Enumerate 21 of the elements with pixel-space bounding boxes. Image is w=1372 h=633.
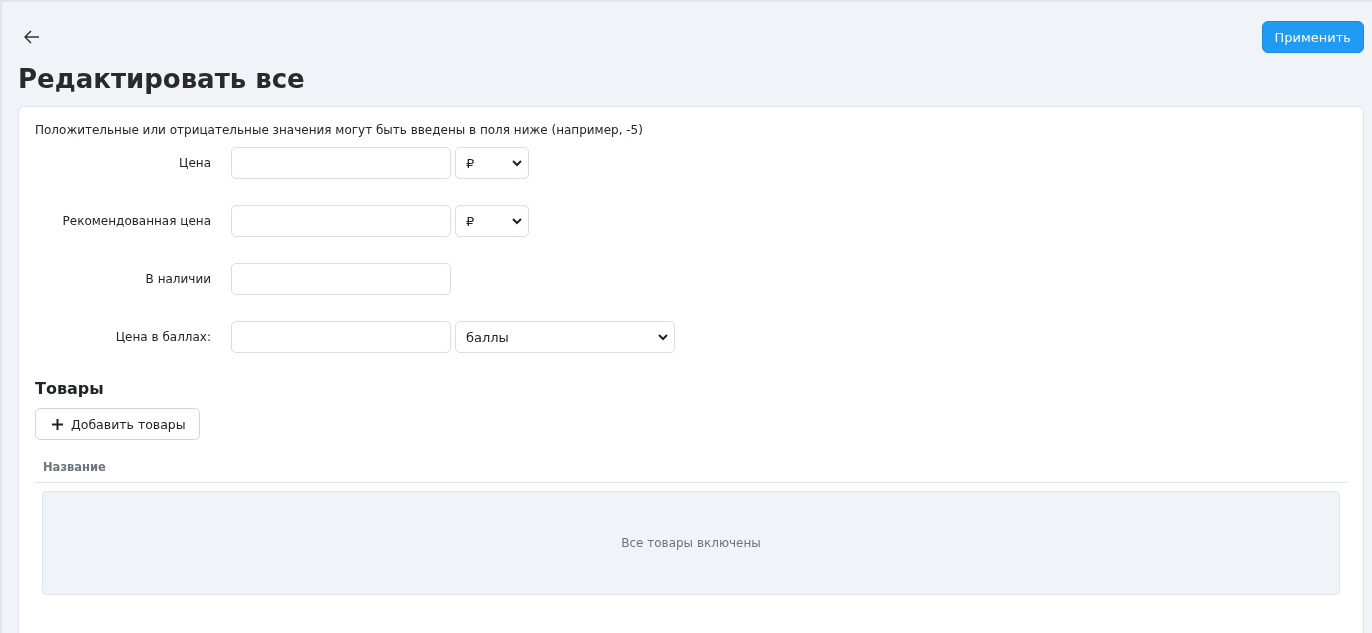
chevron-down-icon (658, 333, 668, 341)
chevron-down-icon (512, 159, 522, 167)
hint-text: Положительные или отрицательные значения могут быть введены в поля ниже (например, -5) (35, 123, 644, 137)
field-label: Цена (178, 156, 211, 170)
unit-select[interactable]: баллы (455, 321, 675, 353)
page-title: Редактировать все (18, 64, 306, 94)
empty-state-text: Все товары включены (621, 536, 761, 550)
unit-select[interactable]: ₽ (455, 147, 529, 179)
field-label: Цена в баллах: (114, 330, 211, 344)
field-label: В наличии (144, 272, 211, 286)
chevron-down-icon (512, 217, 522, 225)
plus-icon (52, 418, 63, 430)
unit-select[interactable]: ₽ (455, 205, 529, 237)
input-field[interactable] (231, 205, 451, 237)
input-field[interactable] (231, 147, 451, 179)
field-label: Рекомендованная цена (61, 214, 211, 228)
add-products-button[interactable]: Добавить товары (35, 408, 200, 440)
section-title: Товары (35, 379, 105, 398)
input-field[interactable] (231, 321, 451, 353)
column-header: Название (43, 460, 106, 474)
input-field[interactable] (231, 263, 451, 295)
